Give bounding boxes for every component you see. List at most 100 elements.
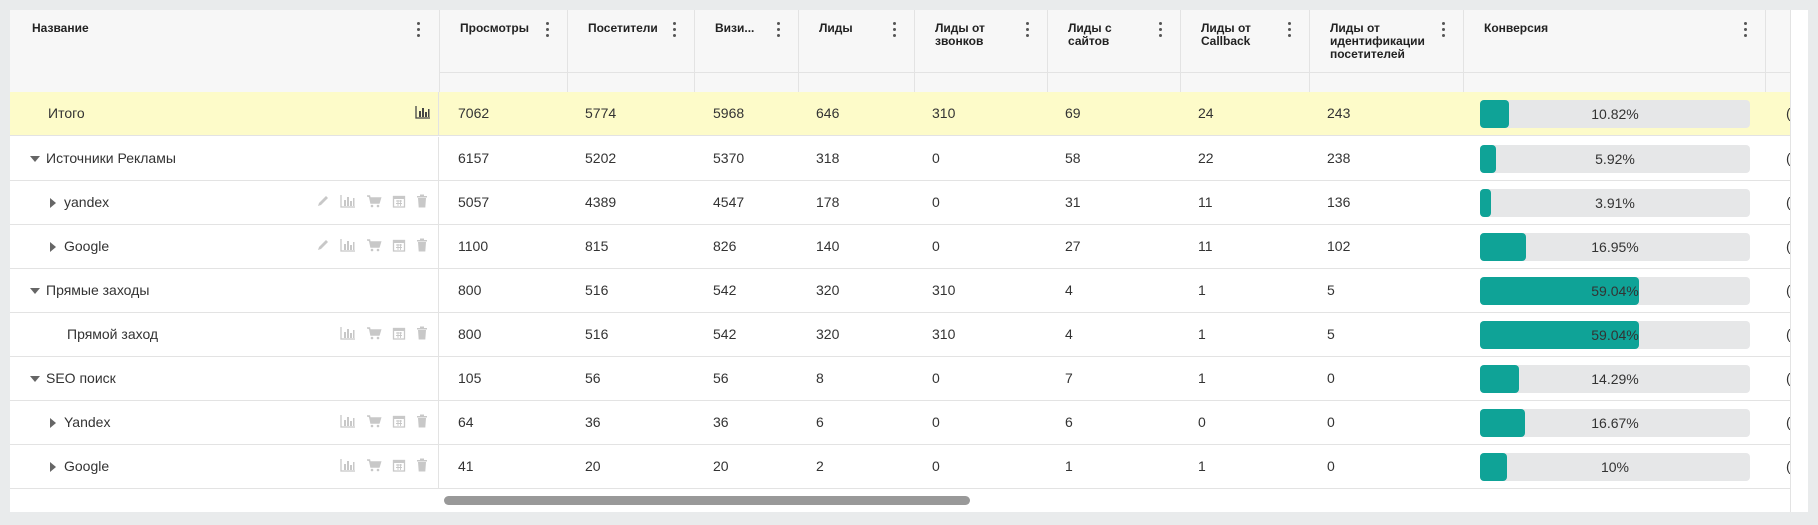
cell-sites: 4 (1065, 326, 1073, 342)
header-leads-calls-label: Лиды от звонков (935, 21, 985, 48)
table-row[interactable]: Google 41 20 20 2 0 1 1 0 10%( (10, 445, 1791, 489)
header-leads-sites[interactable]: Лиды с сайтов (1048, 10, 1181, 92)
cell-callback: 1 (1198, 282, 1206, 298)
trash-icon[interactable] (416, 414, 432, 430)
cart-icon[interactable] (366, 458, 382, 474)
header-visits[interactable]: Визи... (695, 10, 799, 92)
header-views[interactable]: Просмотры (440, 10, 568, 92)
cell-ident: 238 (1327, 150, 1351, 166)
bar-chart-icon[interactable] (340, 194, 356, 210)
cell-views: 5057 (458, 194, 490, 210)
cell-leads: 2 (816, 458, 824, 474)
column-menu-icon[interactable] (1744, 22, 1748, 38)
cell-visits: 542 (713, 282, 737, 298)
cell-views: 64 (458, 414, 474, 430)
trash-icon[interactable] (416, 238, 432, 254)
trash-icon[interactable] (416, 326, 432, 342)
column-menu-icon[interactable] (1442, 22, 1446, 38)
name-cell: SEO поиск (10, 357, 439, 400)
collapse-icon[interactable] (30, 376, 40, 382)
calendar-icon[interactable] (392, 414, 408, 430)
header-leads[interactable]: Лиды (799, 10, 915, 92)
cell-callback: 1 (1198, 326, 1206, 342)
edit-icon[interactable] (316, 238, 332, 254)
cell-calls: 0 (932, 458, 940, 474)
header-conversion[interactable]: Конверсия (1464, 10, 1766, 92)
calendar-icon[interactable] (392, 326, 408, 342)
cell-views: 105 (458, 370, 482, 386)
header-visits-label: Визи... (715, 21, 755, 35)
row-name: Google (64, 458, 110, 474)
cart-icon[interactable] (366, 238, 382, 254)
header-views-label: Просмотры (460, 21, 530, 35)
cell-ident: 5 (1327, 282, 1335, 298)
cell-calls: 0 (932, 194, 940, 210)
header-leads-ident[interactable]: Лиды от идентификации посетителей (1310, 10, 1464, 92)
table-row[interactable]: Yandex 64 36 36 6 0 6 0 0 16.67%( (10, 401, 1791, 445)
table-row[interactable]: Прямые заходы 800 516 542 320 310 4 1 5 59.04%( (10, 269, 1791, 313)
conversion-bar: 10.82% (1480, 100, 1750, 128)
expand-icon[interactable] (50, 462, 56, 472)
row-name: yandex (64, 194, 110, 210)
cell-visits: 542 (713, 326, 737, 342)
cart-icon[interactable] (366, 414, 382, 430)
cell-views: 800 (458, 282, 482, 298)
column-menu-icon[interactable] (673, 22, 677, 38)
edit-icon[interactable] (316, 194, 332, 210)
cell-leads: 6 (816, 414, 824, 430)
cell-visits: 4547 (713, 194, 745, 210)
name-cell: Google (10, 225, 439, 268)
header-leads-label: Лиды (819, 21, 853, 35)
bar-chart-icon[interactable] (340, 414, 356, 430)
cell-visitors: 36 (585, 414, 601, 430)
trash-icon[interactable] (416, 458, 432, 474)
bar-chart-icon[interactable] (340, 458, 356, 474)
column-menu-icon[interactable] (1159, 22, 1163, 38)
name-cell: Прямые заходы (10, 269, 439, 312)
table-row[interactable]: yandex 5057 4389 4547 178 0 31 11 136 3.91%( (10, 181, 1791, 225)
table-row[interactable]: Прямой заход 800 516 542 320 310 4 1 5 59.04%( (10, 313, 1791, 357)
total-row[interactable]: Итого 7062 5774 5968 646 310 69 24 243 10.82%( (10, 92, 1791, 136)
expand-icon[interactable] (50, 418, 56, 428)
table-row[interactable]: SEO поиск 105 56 56 8 0 7 1 0 14.29%( (10, 357, 1791, 401)
row-name: Google (64, 238, 110, 254)
table-row[interactable]: Google 1100 815 826 140 0 27 11 102 16.95%( (10, 225, 1791, 269)
row-name: Прямые заходы (46, 282, 150, 298)
cell-callback: 22 (1198, 150, 1214, 166)
calendar-icon[interactable] (392, 458, 408, 474)
calendar-icon[interactable] (392, 194, 408, 210)
trash-icon[interactable] (416, 194, 432, 210)
header-leads-calls[interactable]: Лиды от звонков (915, 10, 1048, 92)
cell-sites: 4 (1065, 282, 1073, 298)
bar-chart-icon[interactable] (340, 238, 356, 254)
conversion-value: 3.91% (1595, 195, 1635, 211)
cart-icon[interactable] (366, 326, 382, 342)
column-menu-icon[interactable] (893, 22, 897, 38)
cell-ident: 243 (1327, 105, 1351, 121)
horizontal-scrollbar[interactable] (444, 496, 970, 505)
header-name[interactable]: Название (10, 10, 440, 92)
column-menu-icon[interactable] (777, 22, 781, 38)
name-cell: Google (10, 445, 439, 488)
name-cell: Yandex (10, 401, 439, 444)
expand-icon[interactable] (50, 242, 56, 252)
header-leads-sites-label: Лиды с сайтов (1068, 21, 1112, 48)
cart-icon[interactable] (366, 194, 382, 210)
table-row[interactable]: Источники Рекламы 6157 5202 5370 318 0 58 22 238… (10, 137, 1791, 181)
column-menu-icon[interactable] (417, 22, 421, 38)
column-menu-icon[interactable] (546, 22, 550, 38)
collapse-icon[interactable] (30, 156, 40, 162)
header-leads-callback[interactable]: Лиды от Callback (1181, 10, 1310, 92)
calendar-icon[interactable] (392, 238, 408, 254)
cell-callback: 0 (1198, 414, 1206, 430)
cell-calls: 0 (932, 414, 940, 430)
name-cell: Источники Рекламы (10, 137, 439, 180)
cell-visits: 826 (713, 238, 737, 254)
column-menu-icon[interactable] (1026, 22, 1030, 38)
expand-icon[interactable] (50, 198, 56, 208)
collapse-icon[interactable] (30, 288, 40, 294)
column-menu-icon[interactable] (1288, 22, 1292, 38)
bar-chart-icon[interactable] (340, 326, 356, 342)
bar-chart-icon[interactable] (415, 105, 431, 121)
header-visitors[interactable]: Посетители (568, 10, 695, 92)
